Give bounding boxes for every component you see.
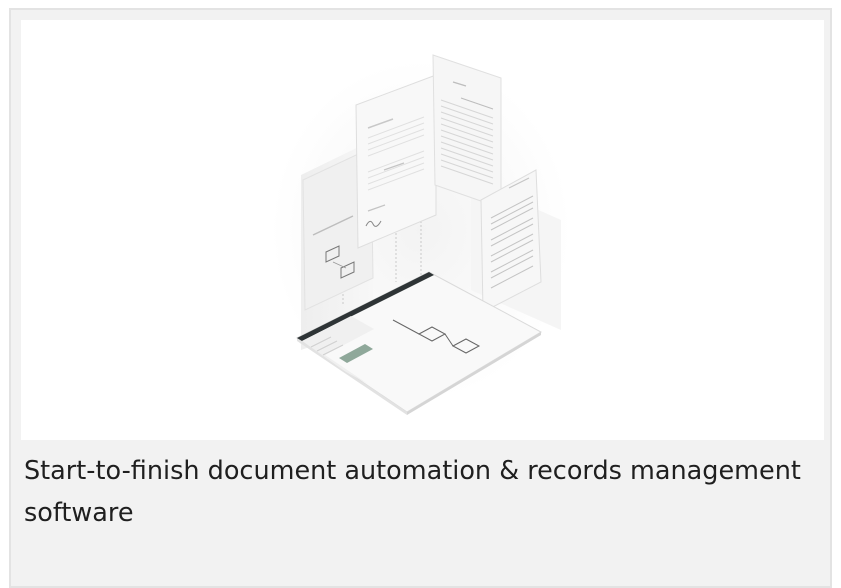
card-caption[interactable]: Start-to-finish document automation & re… <box>24 450 814 534</box>
table-document <box>432 54 502 209</box>
isometric-document-automation-illustration <box>271 54 571 415</box>
hero-illustration <box>21 20 824 440</box>
letter-document <box>355 74 437 249</box>
feature-card[interactable]: Start-to-finish document automation & re… <box>9 8 832 588</box>
